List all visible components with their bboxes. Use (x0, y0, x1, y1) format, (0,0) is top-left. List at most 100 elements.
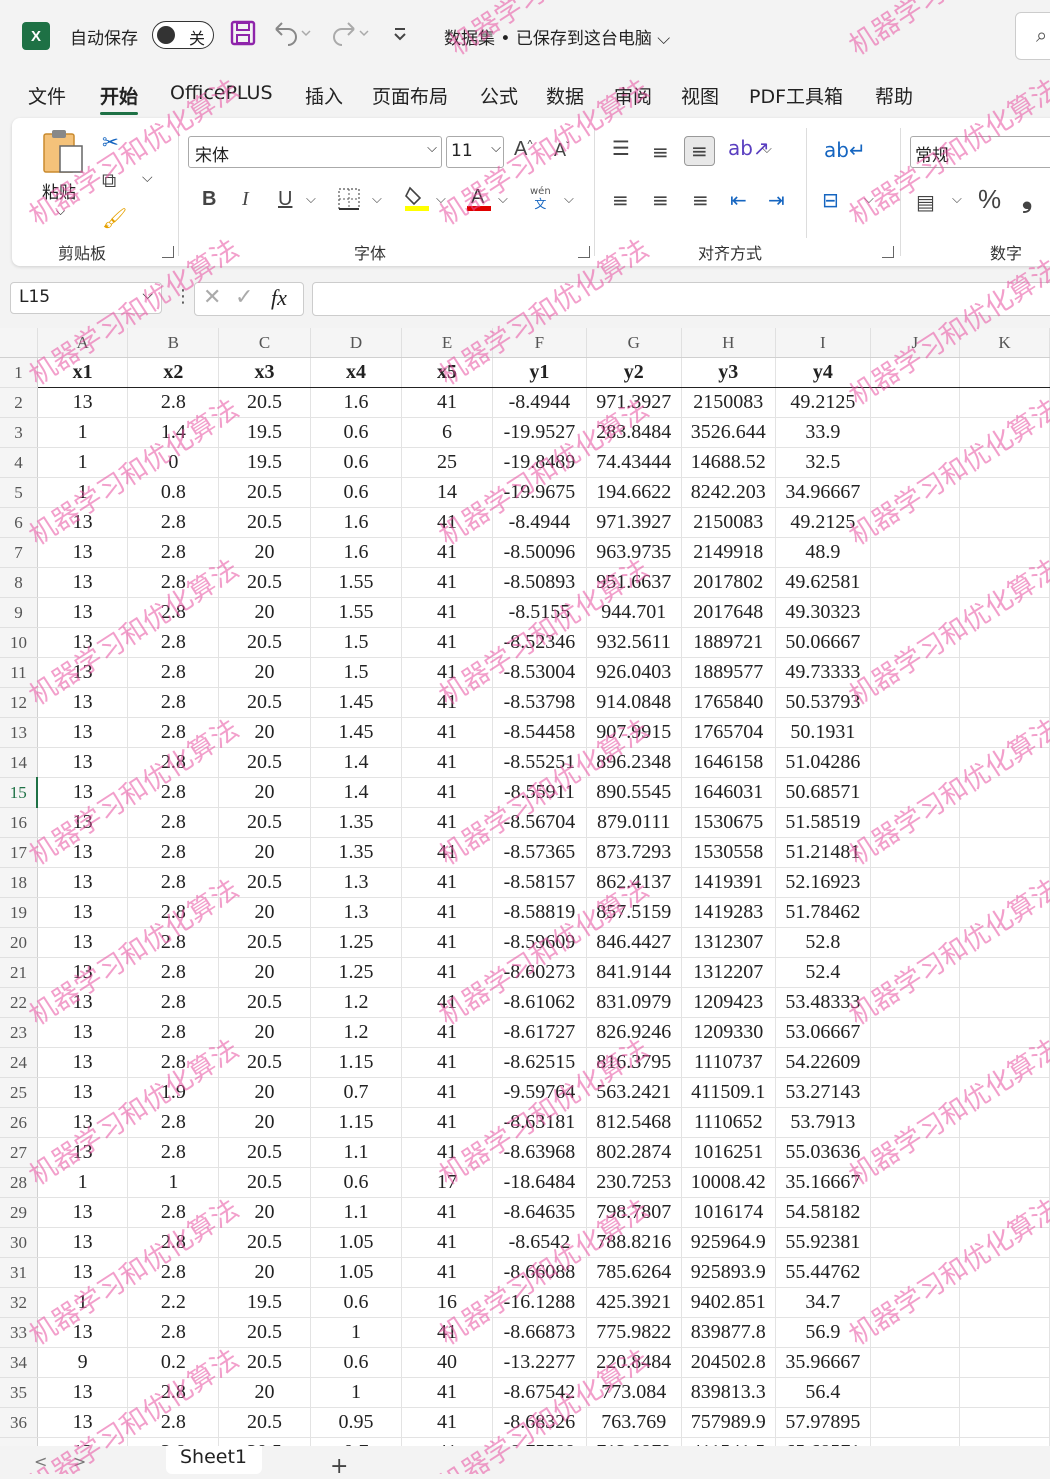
cell[interactable]: 951.6637 (586, 567, 682, 598)
cell[interactable]: x1 (37, 357, 129, 388)
cell[interactable]: 1.6 (310, 387, 403, 418)
tab-data[interactable]: 数据 (546, 82, 584, 109)
cell[interactable]: 20.5 (218, 477, 311, 508)
cell[interactable]: 712.0979 (586, 1437, 682, 1446)
row-header[interactable]: 5 (0, 477, 38, 508)
row-header[interactable]: 2 (0, 387, 38, 418)
cell[interactable]: 20 (218, 777, 311, 808)
cell[interactable]: 20 (218, 957, 311, 988)
cell[interactable]: 2.8 (127, 1257, 220, 1288)
cell[interactable]: 49.2125 (775, 387, 871, 418)
cell[interactable]: 1 (37, 1287, 129, 1318)
cell[interactable]: 0.8 (127, 477, 220, 508)
cut-icon[interactable]: ✂ (102, 130, 119, 154)
cell[interactable]: 33.9 (775, 417, 871, 448)
cell[interactable]: 194.6622 (586, 477, 682, 508)
align-bottom-icon[interactable]: ≡ (684, 136, 715, 166)
cell[interactable]: 41 (401, 1377, 493, 1408)
column-header-e[interactable]: E (401, 328, 493, 358)
cell[interactable]: 13 (37, 1077, 129, 1108)
cell[interactable] (959, 657, 1050, 688)
tab-review[interactable]: 审阅 (614, 82, 652, 109)
cell[interactable]: 20.5 (218, 747, 311, 778)
cell[interactable]: 20.5 (218, 927, 311, 958)
cell[interactable]: 2.8 (127, 807, 220, 838)
cell[interactable]: 846.4427 (586, 927, 682, 958)
cell[interactable]: 1.2 (310, 1017, 403, 1048)
column-header-b[interactable]: B (127, 328, 220, 358)
cell[interactable] (959, 1377, 1050, 1408)
alignment-launcher-icon[interactable] (882, 246, 894, 258)
cell[interactable]: 411509.1 (681, 1077, 777, 1108)
cell[interactable]: 20.5 (218, 1347, 311, 1378)
font-size-select[interactable]: 11 ⌵ (446, 136, 504, 168)
cell[interactable]: 411541.5 (681, 1437, 777, 1446)
cell[interactable] (870, 897, 961, 928)
cell[interactable]: 13 (37, 837, 129, 868)
cell[interactable]: -8.62515 (492, 1047, 588, 1078)
cell[interactable]: 50.53793 (775, 687, 871, 718)
cell[interactable]: 763.769 (586, 1407, 682, 1438)
name-box[interactable]: L15 ⌵ (10, 282, 162, 314)
cell[interactable]: 2.8 (127, 987, 220, 1018)
add-sheet-button[interactable]: + (330, 1454, 348, 1479)
cell[interactable] (959, 1107, 1050, 1138)
row-header[interactable]: 22 (0, 987, 38, 1018)
cell[interactable]: 54.22609 (775, 1047, 871, 1078)
cell[interactable]: 19.5 (218, 1287, 311, 1318)
cell[interactable]: 13 (37, 1407, 129, 1438)
cell[interactable]: 41 (401, 867, 493, 898)
cell[interactable]: 20.5 (218, 1047, 311, 1078)
cell[interactable]: 53.27143 (775, 1077, 871, 1108)
cell[interactable]: 41 (401, 687, 493, 718)
column-header-j[interactable]: J (870, 328, 961, 358)
cell[interactable] (959, 897, 1050, 928)
cell[interactable]: 41 (401, 627, 493, 658)
cell[interactable]: 51.58519 (775, 807, 871, 838)
cell[interactable]: 839877.8 (681, 1317, 777, 1348)
cell[interactable]: 2.8 (127, 507, 220, 538)
cell[interactable] (959, 417, 1050, 448)
cell[interactable] (959, 1407, 1050, 1438)
cell[interactable]: y1 (492, 357, 588, 388)
cell[interactable]: -8.59609 (492, 927, 588, 958)
cell[interactable]: 20 (218, 1377, 311, 1408)
cell[interactable]: 41 (401, 777, 493, 808)
cell[interactable]: 2.8 (127, 1377, 220, 1408)
cell[interactable]: 1110737 (681, 1047, 777, 1078)
cell[interactable]: 425.3921 (586, 1287, 682, 1318)
cell[interactable]: 1419391 (681, 867, 777, 898)
cell[interactable]: 41 (401, 747, 493, 778)
sheet-tab-sheet1[interactable]: Sheet1 (166, 1446, 262, 1474)
cell[interactable]: 2.8 (127, 627, 220, 658)
row-header[interactable]: 33 (0, 1317, 38, 1348)
cell[interactable]: 1.05 (310, 1257, 403, 1288)
cell[interactable]: 20.5 (218, 1317, 311, 1348)
cell[interactable]: 857.5159 (586, 897, 682, 928)
paste-chevron-icon[interactable]: ⌵ (56, 204, 65, 219)
font-name-select[interactable]: 宋体 ⌵ (188, 136, 442, 168)
borders-chevron-icon[interactable]: ⌵ (372, 192, 382, 207)
formula-input[interactable] (312, 282, 1050, 316)
cell[interactable]: 907.9915 (586, 717, 682, 748)
cell[interactable]: 2.8 (127, 957, 220, 988)
cell[interactable]: 1.6 (310, 537, 403, 568)
cell[interactable]: 51.78462 (775, 897, 871, 928)
cell[interactable]: 34.7 (775, 1287, 871, 1318)
cell[interactable]: 826.9246 (586, 1017, 682, 1048)
cell[interactable] (870, 747, 961, 778)
row-header[interactable]: 28 (0, 1167, 38, 1198)
underline-button[interactable]: U (278, 188, 292, 211)
cell[interactable]: 2.8 (127, 567, 220, 598)
cell[interactable]: 41 (401, 657, 493, 688)
cell[interactable] (959, 627, 1050, 658)
cell[interactable]: -8.55251 (492, 747, 588, 778)
worksheet-grid[interactable]: ABCDEFGHIJK 1 x1 x2 x3 x4 x5 y1 y2 y3 y4 2 13 2.8 20.… (0, 328, 1050, 1446)
cell[interactable]: 13 (37, 657, 129, 688)
cell[interactable]: 0 (127, 447, 220, 478)
cell[interactable] (959, 1137, 1050, 1168)
cell[interactable]: y2 (586, 357, 682, 388)
cell[interactable]: 1.15 (310, 1047, 403, 1078)
cell[interactable]: 0.7 (310, 1077, 403, 1108)
cell[interactable]: 563.2421 (586, 1077, 682, 1108)
